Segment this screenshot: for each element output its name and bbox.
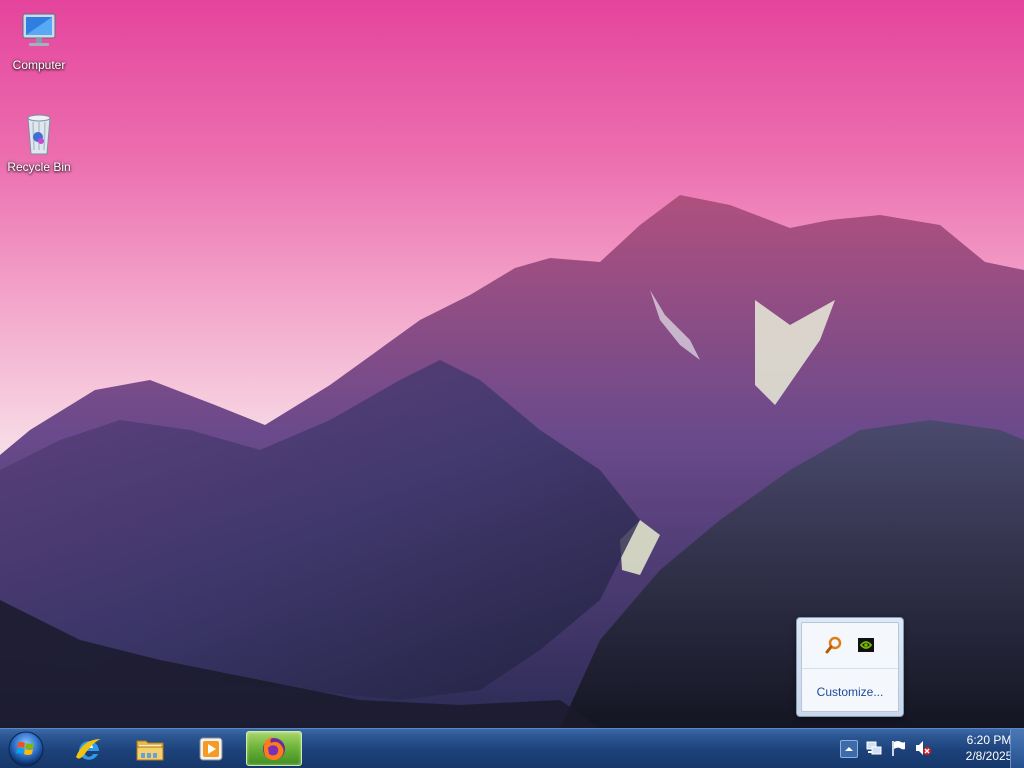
folder-icon (136, 740, 164, 760)
notification-area: 6:20 PM 2/8/2025 (840, 729, 1024, 768)
show-hidden-icons-button[interactable] (840, 740, 858, 758)
internet-explorer-icon (76, 738, 101, 760)
taskbar: 6:20 PM 2/8/2025 (0, 728, 1024, 768)
magnifier-icon[interactable] (824, 635, 844, 655)
action-center-flag-icon (892, 741, 905, 756)
overflow-panel: Customize... (801, 622, 899, 712)
media-player-icon (199, 737, 223, 760)
network-icon (866, 741, 882, 755)
show-hidden-icons-arrow-icon (845, 747, 853, 751)
start-button[interactable] (4, 730, 48, 768)
taskbar-internet-explorer[interactable] (61, 731, 117, 766)
windows-start-icon (8, 731, 44, 767)
tray-action-center[interactable] (889, 739, 907, 757)
taskbar-firefox[interactable] (246, 731, 302, 766)
firefox-icon (263, 736, 285, 760)
computer-icon (22, 13, 56, 46)
desktop: Computer Recycle Bin Customize... (0, 0, 1024, 728)
recycle-bin-icon (27, 114, 51, 155)
nvidia-icon[interactable] (856, 635, 876, 655)
show-desktop-button[interactable] (1010, 729, 1024, 768)
overflow-icon-row (802, 635, 898, 663)
customize-link[interactable]: Customize... (802, 685, 898, 699)
notification-overflow-popup: Customize... (796, 617, 904, 717)
taskbar-media-player[interactable] (183, 731, 239, 766)
overflow-divider (802, 668, 898, 669)
desktop-icon-computer[interactable]: Computer (1, 8, 77, 72)
desktop-icon-recycle-bin[interactable]: Recycle Bin (1, 110, 77, 174)
desktop-icon-label: Recycle Bin (7, 160, 71, 174)
taskbar-windows-explorer[interactable] (122, 731, 178, 766)
tray-volume[interactable] (914, 739, 932, 757)
tray-network[interactable] (865, 739, 883, 757)
volume-muted-icon (916, 741, 931, 755)
desktop-icon-label: Computer (12, 58, 66, 72)
